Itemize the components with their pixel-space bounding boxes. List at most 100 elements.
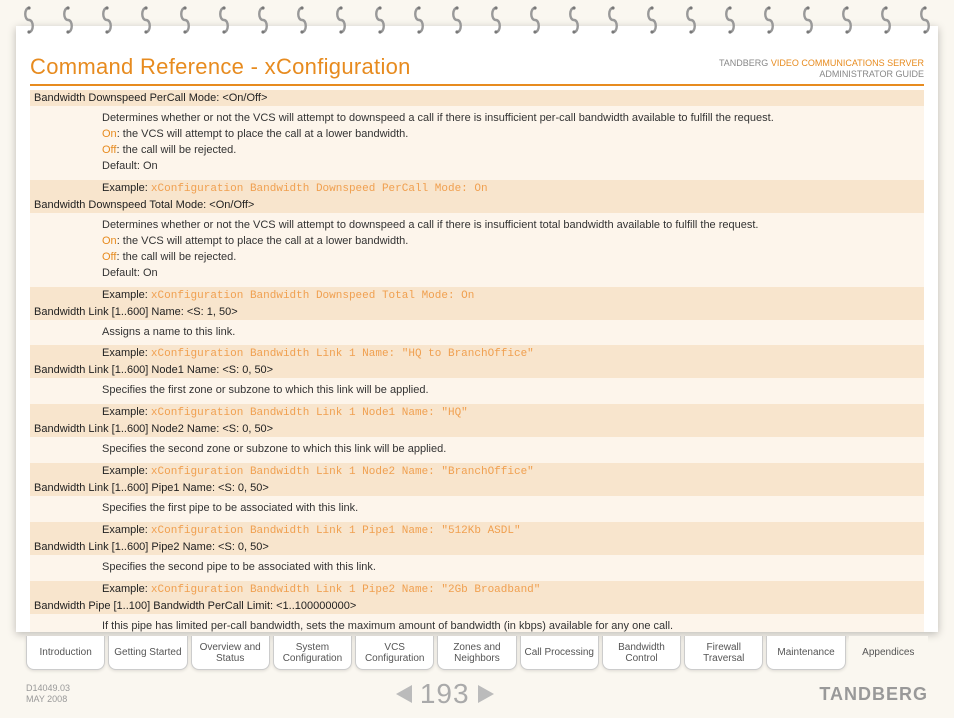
description-text: Assigns a name to this link.	[102, 326, 235, 338]
tab-introduction[interactable]: Introduction	[26, 636, 105, 670]
command-description-line: Assigns a name to this link.	[102, 325, 920, 341]
description-text: If this pipe has limited per-call bandwi…	[102, 620, 673, 632]
command-name: Bandwidth Link [1..600] Name: <S: 1, 50>	[30, 304, 924, 320]
value-keyword: On	[102, 128, 117, 140]
command-block: Bandwidth Downspeed PerCall Mode: <On/Of…	[30, 90, 924, 197]
command-block: Bandwidth Link [1..600] Pipe2 Name: <S: …	[30, 539, 924, 598]
command-description-line: Off: the call will be rejected.	[102, 143, 920, 159]
page-title: Command Reference - xConfiguration	[30, 54, 411, 80]
command-description: Determines whether or not the VCS will a…	[30, 106, 924, 180]
document-id: D14049.03	[26, 683, 70, 694]
example-label: Example:	[102, 347, 151, 359]
command-block: Bandwidth Link [1..600] Pipe1 Name: <S: …	[30, 480, 924, 539]
example-code: xConfiguration Bandwidth Link 1 Name: "H…	[151, 348, 534, 360]
command-list: Bandwidth Downspeed PerCall Mode: <On/Of…	[30, 90, 924, 632]
command-example: Example: xConfiguration Bandwidth Downsp…	[30, 180, 924, 197]
description-text: : the VCS will attempt to place the call…	[117, 235, 409, 247]
command-description-line: Default: On	[102, 159, 920, 175]
prev-page-arrow-icon[interactable]	[396, 685, 412, 703]
description-text: Default: On	[102, 267, 158, 279]
tab-maintenance[interactable]: Maintenance	[766, 636, 845, 670]
tab-system-configuration[interactable]: System Configuration	[273, 636, 352, 670]
command-description: Determines whether or not the VCS will a…	[30, 213, 924, 287]
document-page: Command Reference - xConfiguration TANDB…	[16, 26, 938, 632]
example-code: xConfiguration Bandwidth Link 1 Node1 Na…	[151, 407, 468, 419]
example-code: xConfiguration Bandwidth Link 1 Pipe1 Na…	[151, 525, 521, 537]
command-description-line: Default: On	[102, 266, 920, 282]
command-example: Example: xConfiguration Bandwidth Link 1…	[30, 522, 924, 539]
example-label: Example:	[102, 289, 151, 301]
description-text: Determines whether or not the VCS will a…	[102, 219, 758, 231]
command-example: Example: xConfiguration Bandwidth Link 1…	[30, 581, 924, 598]
section-tabs: IntroductionGetting StartedOverview and …	[26, 636, 928, 670]
command-description-line: Specifies the second zone or subzone to …	[102, 442, 920, 458]
tab-vcs-configuration[interactable]: VCS Configuration	[355, 636, 434, 670]
command-description: Specifies the second pipe to be associat…	[30, 555, 924, 581]
command-name: Bandwidth Link [1..600] Pipe2 Name: <S: …	[30, 539, 924, 555]
command-description: Specifies the first pipe to be associate…	[30, 496, 924, 522]
description-text: Specifies the first pipe to be associate…	[102, 502, 358, 514]
command-name: Bandwidth Link [1..600] Node2 Name: <S: …	[30, 421, 924, 437]
value-keyword: Off	[102, 251, 116, 263]
command-name: Bandwidth Link [1..600] Pipe1 Name: <S: …	[30, 480, 924, 496]
command-name: Bandwidth Downspeed Total Mode: <On/Off>	[30, 197, 924, 213]
example-label: Example:	[102, 465, 151, 477]
page-header: Command Reference - xConfiguration TANDB…	[30, 54, 924, 86]
command-description-line: Specifies the first pipe to be associate…	[102, 501, 920, 517]
next-page-arrow-icon[interactable]	[478, 685, 494, 703]
tab-zones-and-neighbors[interactable]: Zones and Neighbors	[437, 636, 516, 670]
command-example: Example: xConfiguration Bandwidth Link 1…	[30, 404, 924, 421]
example-code: xConfiguration Bandwidth Link 1 Pipe2 Na…	[151, 584, 540, 596]
example-label: Example:	[102, 583, 151, 595]
tab-call-processing[interactable]: Call Processing	[520, 636, 599, 670]
guide-subtitle: ADMINISTRATOR GUIDE	[719, 69, 924, 80]
brand-logo: TANDBERG	[819, 684, 928, 705]
tab-bandwidth-control[interactable]: Bandwidth Control	[602, 636, 681, 670]
command-description: If this pipe has limited per-call bandwi…	[30, 614, 924, 632]
command-description: Assigns a name to this link.	[30, 320, 924, 346]
description-text: Determines whether or not the VCS will a…	[102, 112, 774, 124]
example-label: Example:	[102, 524, 151, 536]
example-label: Example:	[102, 406, 151, 418]
command-description: Specifies the first zone or subzone to w…	[30, 378, 924, 404]
command-description-line: On: the VCS will attempt to place the ca…	[102, 234, 920, 250]
description-text: Specifies the second pipe to be associat…	[102, 561, 376, 573]
description-text: Specifies the first zone or subzone to w…	[102, 384, 429, 396]
command-description-line: Determines whether or not the VCS will a…	[102, 218, 920, 234]
command-description-line: Specifies the second pipe to be associat…	[102, 560, 920, 576]
page-footer: D14049.03 MAY 2008 193 TANDBERG	[26, 678, 928, 710]
command-example: Example: xConfiguration Bandwidth Link 1…	[30, 345, 924, 362]
command-block: Bandwidth Downspeed Total Mode: <On/Off>…	[30, 197, 924, 304]
command-name: Bandwidth Pipe [1..100] Bandwidth PerCal…	[30, 598, 924, 614]
command-description-line: Determines whether or not the VCS will a…	[102, 111, 920, 127]
example-code: xConfiguration Bandwidth Link 1 Node2 Na…	[151, 466, 534, 478]
command-block: Bandwidth Link [1..600] Node2 Name: <S: …	[30, 421, 924, 480]
description-text: : the VCS will attempt to place the call…	[117, 128, 409, 140]
command-description-line: Off: the call will be rejected.	[102, 250, 920, 266]
command-description-line: If this pipe has limited per-call bandwi…	[102, 619, 920, 632]
command-description-line: On: the VCS will attempt to place the ca…	[102, 127, 920, 143]
value-keyword: On	[102, 235, 117, 247]
value-keyword: Off	[102, 144, 116, 156]
command-block: Bandwidth Pipe [1..100] Bandwidth PerCal…	[30, 598, 924, 632]
command-block: Bandwidth Link [1..600] Node1 Name: <S: …	[30, 362, 924, 421]
example-code: xConfiguration Bandwidth Downspeed Total…	[151, 290, 474, 302]
page-number: 193	[420, 678, 470, 710]
command-name: Bandwidth Downspeed PerCall Mode: <On/Of…	[30, 90, 924, 106]
tab-overview-and-status[interactable]: Overview and Status	[191, 636, 270, 670]
tab-getting-started[interactable]: Getting Started	[108, 636, 187, 670]
command-block: Bandwidth Link [1..600] Name: <S: 1, 50>…	[30, 304, 924, 363]
tab-appendices[interactable]: Appendices	[849, 636, 928, 670]
command-description-line: Specifies the first zone or subzone to w…	[102, 383, 920, 399]
header-product-info: TANDBERG VIDEO COMMUNICATIONS SERVER ADM…	[719, 58, 924, 80]
page-navigation: 193	[396, 678, 494, 710]
example-code: xConfiguration Bandwidth Downspeed PerCa…	[151, 183, 488, 195]
document-meta: D14049.03 MAY 2008	[26, 683, 70, 705]
description-text: : the call will be rejected.	[116, 144, 236, 156]
tab-firewall-traversal[interactable]: Firewall Traversal	[684, 636, 763, 670]
description-text: : the call will be rejected.	[116, 251, 236, 263]
description-text: Default: On	[102, 160, 158, 172]
product-name: VIDEO COMMUNICATIONS SERVER	[771, 58, 924, 68]
command-example: Example: xConfiguration Bandwidth Link 1…	[30, 463, 924, 480]
command-description: Specifies the second zone or subzone to …	[30, 437, 924, 463]
